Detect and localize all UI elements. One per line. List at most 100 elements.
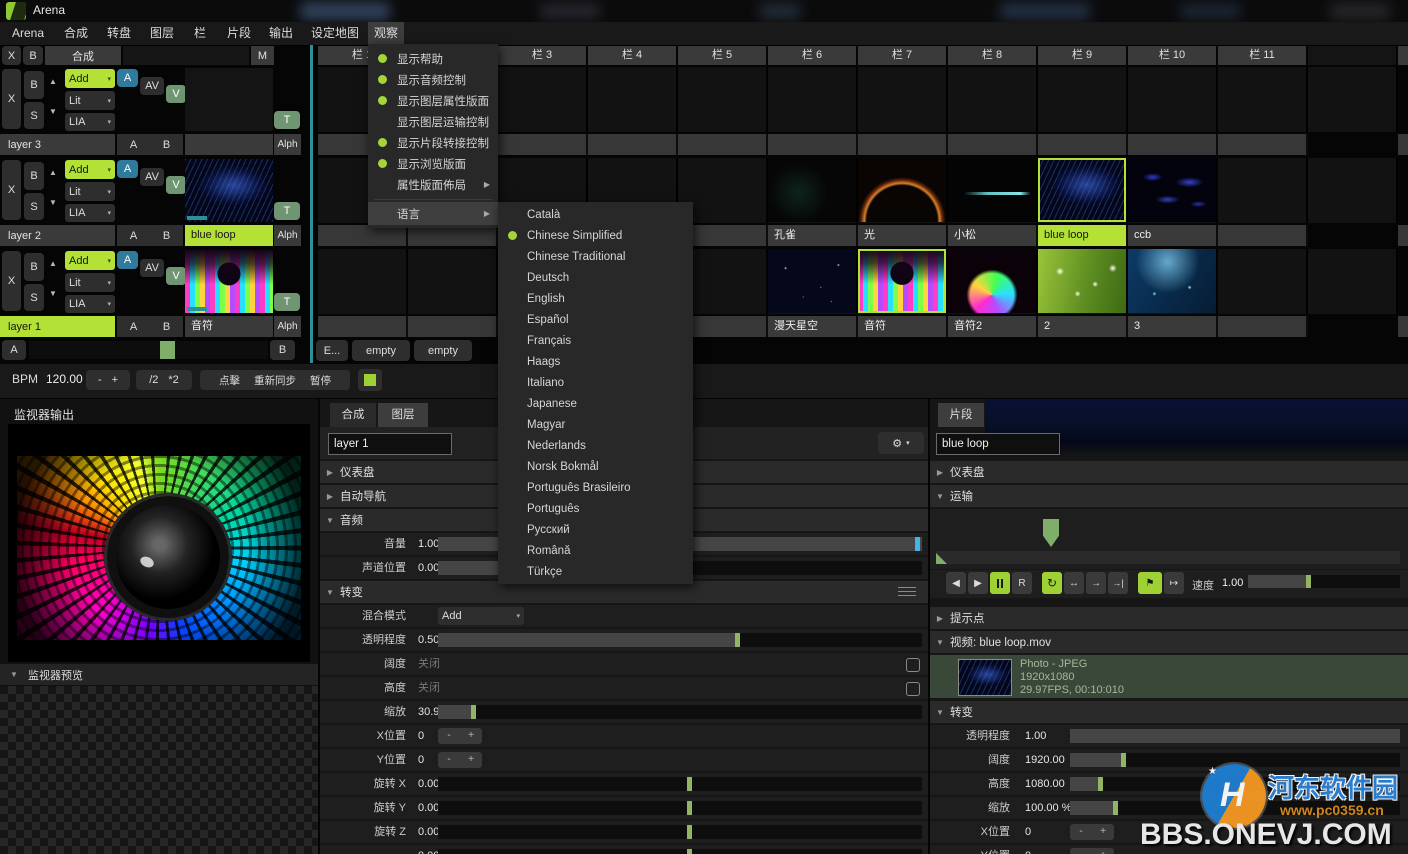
layer1-av-button[interactable]: AV	[140, 259, 164, 277]
bpm-double-button[interactable]: *2	[168, 374, 178, 386]
speed-value[interactable]: 1.00	[1222, 577, 1243, 589]
layer3-solo-button[interactable]: S	[24, 102, 44, 129]
section-clip-dashboard[interactable]: ▶仪表盘	[930, 461, 1408, 483]
clip-thumb-notes[interactable]	[858, 249, 946, 313]
rotz-slider[interactable]	[438, 825, 922, 839]
layer1-audio-button[interactable]: A	[117, 251, 138, 269]
layer2-audio-button[interactable]: A	[117, 160, 138, 178]
tap-button[interactable]: 点擊	[219, 373, 240, 388]
menuitem-language[interactable]: 语言▶	[368, 202, 498, 225]
clip-name[interactable]: 孔雀	[768, 225, 856, 246]
lang-chinese-traditional[interactable]: Chinese Traditional	[498, 246, 693, 267]
tab-clip[interactable]: 片段	[938, 403, 984, 427]
metronome-button[interactable]	[358, 369, 382, 391]
menu-view[interactable]: 观察	[368, 22, 404, 45]
layer-name-input[interactable]	[328, 433, 452, 455]
deck-tab-3[interactable]: empty	[414, 340, 472, 361]
layer1-name[interactable]: layer 1	[0, 316, 115, 337]
layer2-down-icon[interactable]: ▼	[49, 199, 57, 207]
section-video[interactable]: ▼视频: blue loop.mov	[930, 631, 1408, 653]
layer2-up-icon[interactable]: ▲	[49, 169, 57, 177]
layer1-lia-dropdown[interactable]: LIA▾	[65, 295, 115, 313]
layer2-alpha-cell[interactable]: Alph	[274, 225, 301, 246]
menu-deck[interactable]: 转盘	[101, 22, 137, 45]
window-titlebar[interactable]: Arena	[0, 0, 1408, 22]
column-header-10[interactable]: 栏 10	[1128, 46, 1216, 65]
section-transport[interactable]: ▼运输	[930, 485, 1408, 507]
tab-composition[interactable]: 合成	[330, 403, 376, 427]
layer1-up-icon[interactable]: ▲	[49, 260, 57, 268]
layer3-ab-cell[interactable]: AB	[117, 134, 183, 155]
deck-tab-2[interactable]: empty	[352, 340, 410, 361]
bpm-div-mult[interactable]: /2 *2	[136, 370, 192, 390]
layer2-bypass-button[interactable]: B	[24, 162, 44, 190]
play-backward-button[interactable]: ◀	[946, 572, 966, 594]
play-once-button[interactable]: →	[1086, 572, 1106, 594]
scale-slider[interactable]	[438, 705, 922, 719]
lang-haags[interactable]: Haags	[498, 351, 693, 372]
layer2-transition-button[interactable]: T	[274, 202, 300, 220]
menu-clip[interactable]: 片段	[221, 22, 257, 45]
lang-romana[interactable]: Română	[498, 540, 693, 561]
bpm-plus-button[interactable]: +	[112, 374, 118, 386]
clip-name[interactable]: 2	[1038, 316, 1126, 337]
lang-espanol[interactable]: Español	[498, 309, 693, 330]
bpm-value[interactable]: 120.00	[46, 372, 83, 386]
resync-button[interactable]: 重新同步	[254, 373, 296, 388]
clip-name[interactable]: 光	[858, 225, 946, 246]
clip-thumb-blueloop[interactable]	[1038, 158, 1126, 222]
layer1-x-button[interactable]: X	[2, 251, 21, 311]
crossfader-track[interactable]	[29, 341, 268, 359]
bpm-tap-group[interactable]: 点擊重新同步暂停	[200, 370, 350, 390]
clip-scale-slider[interactable]	[1070, 801, 1400, 815]
anchorx-slider[interactable]	[438, 849, 922, 854]
bpm-half-button[interactable]: /2	[149, 374, 158, 386]
clip-name-active[interactable]: blue loop	[1038, 225, 1126, 246]
lang-nederlands[interactable]: Nederlands	[498, 435, 693, 456]
layer1-blend-dropdown[interactable]: Add▾	[65, 251, 115, 270]
roty-slider[interactable]	[438, 801, 922, 815]
layer3-up-icon[interactable]: ▲	[49, 78, 57, 86]
deck-tab-1[interactable]: E...	[316, 340, 348, 361]
column-header-9[interactable]: 栏 9	[1038, 46, 1126, 65]
bounce-mode-button[interactable]: ↔	[1064, 572, 1084, 594]
column-header-11[interactable]: 栏 11	[1218, 46, 1306, 65]
column-header-3[interactable]: 栏 3	[498, 46, 586, 65]
menuitem-show-clip-transition[interactable]: 显示片段转接控制	[368, 132, 498, 153]
column-header-4[interactable]: 栏 4	[588, 46, 676, 65]
layer2-x-button[interactable]: X	[2, 160, 21, 220]
play-forward-button[interactable]: ▶	[968, 572, 988, 594]
layer3-bypass-button[interactable]: B	[24, 71, 44, 99]
menu-shortcuts[interactable]: 设定地图	[305, 22, 365, 45]
pause-button[interactable]	[990, 572, 1010, 594]
clip-thumb-peacock[interactable]	[768, 158, 856, 222]
layer1-bypass-button[interactable]: B	[24, 253, 44, 281]
layer2-blend-dropdown[interactable]: Add▾	[65, 160, 115, 179]
height-checkbox[interactable]	[906, 682, 920, 696]
hamburger-icon[interactable]	[898, 587, 916, 597]
clip-name[interactable]: 小松	[948, 225, 1036, 246]
menuitem-show-layer-properties[interactable]: 显示图层属性版面	[368, 90, 498, 111]
clip-thumb-light[interactable]	[858, 158, 946, 222]
layer3-lia-dropdown[interactable]: LIA▾	[65, 113, 115, 131]
lang-portugues[interactable]: Português	[498, 498, 693, 519]
layer2-name[interactable]: layer 2	[0, 225, 115, 246]
tab-layer[interactable]: 图层	[378, 403, 428, 427]
lang-francais[interactable]: Français	[498, 330, 693, 351]
clip-thumb-flowers[interactable]	[1038, 249, 1126, 313]
composition-x-button[interactable]: X	[2, 46, 21, 65]
clip-height-slider[interactable]	[1070, 777, 1400, 791]
column-header-5[interactable]: 栏 5	[678, 46, 766, 65]
menuitem-show-browser[interactable]: 显示浏览版面	[368, 153, 498, 174]
column-header-6[interactable]: 栏 6	[768, 46, 856, 65]
crossfader-handle[interactable]	[160, 341, 175, 359]
menu-column[interactable]: 栏	[188, 22, 212, 45]
crossfader-b-button[interactable]: B	[270, 340, 295, 360]
menuitem-show-layer-transport[interactable]: 显示图层运输控制	[368, 111, 498, 132]
random-button[interactable]: R	[1012, 572, 1032, 594]
layer2-lit-dropdown[interactable]: Lit▾	[65, 182, 115, 201]
layer3-alpha-cell[interactable]: Alph	[274, 134, 301, 155]
sync-bpm-button[interactable]: ⚑	[1138, 572, 1162, 594]
clip-name[interactable]: 漫天星空	[768, 316, 856, 337]
layer2-lia-dropdown[interactable]: LIA▾	[65, 204, 115, 222]
